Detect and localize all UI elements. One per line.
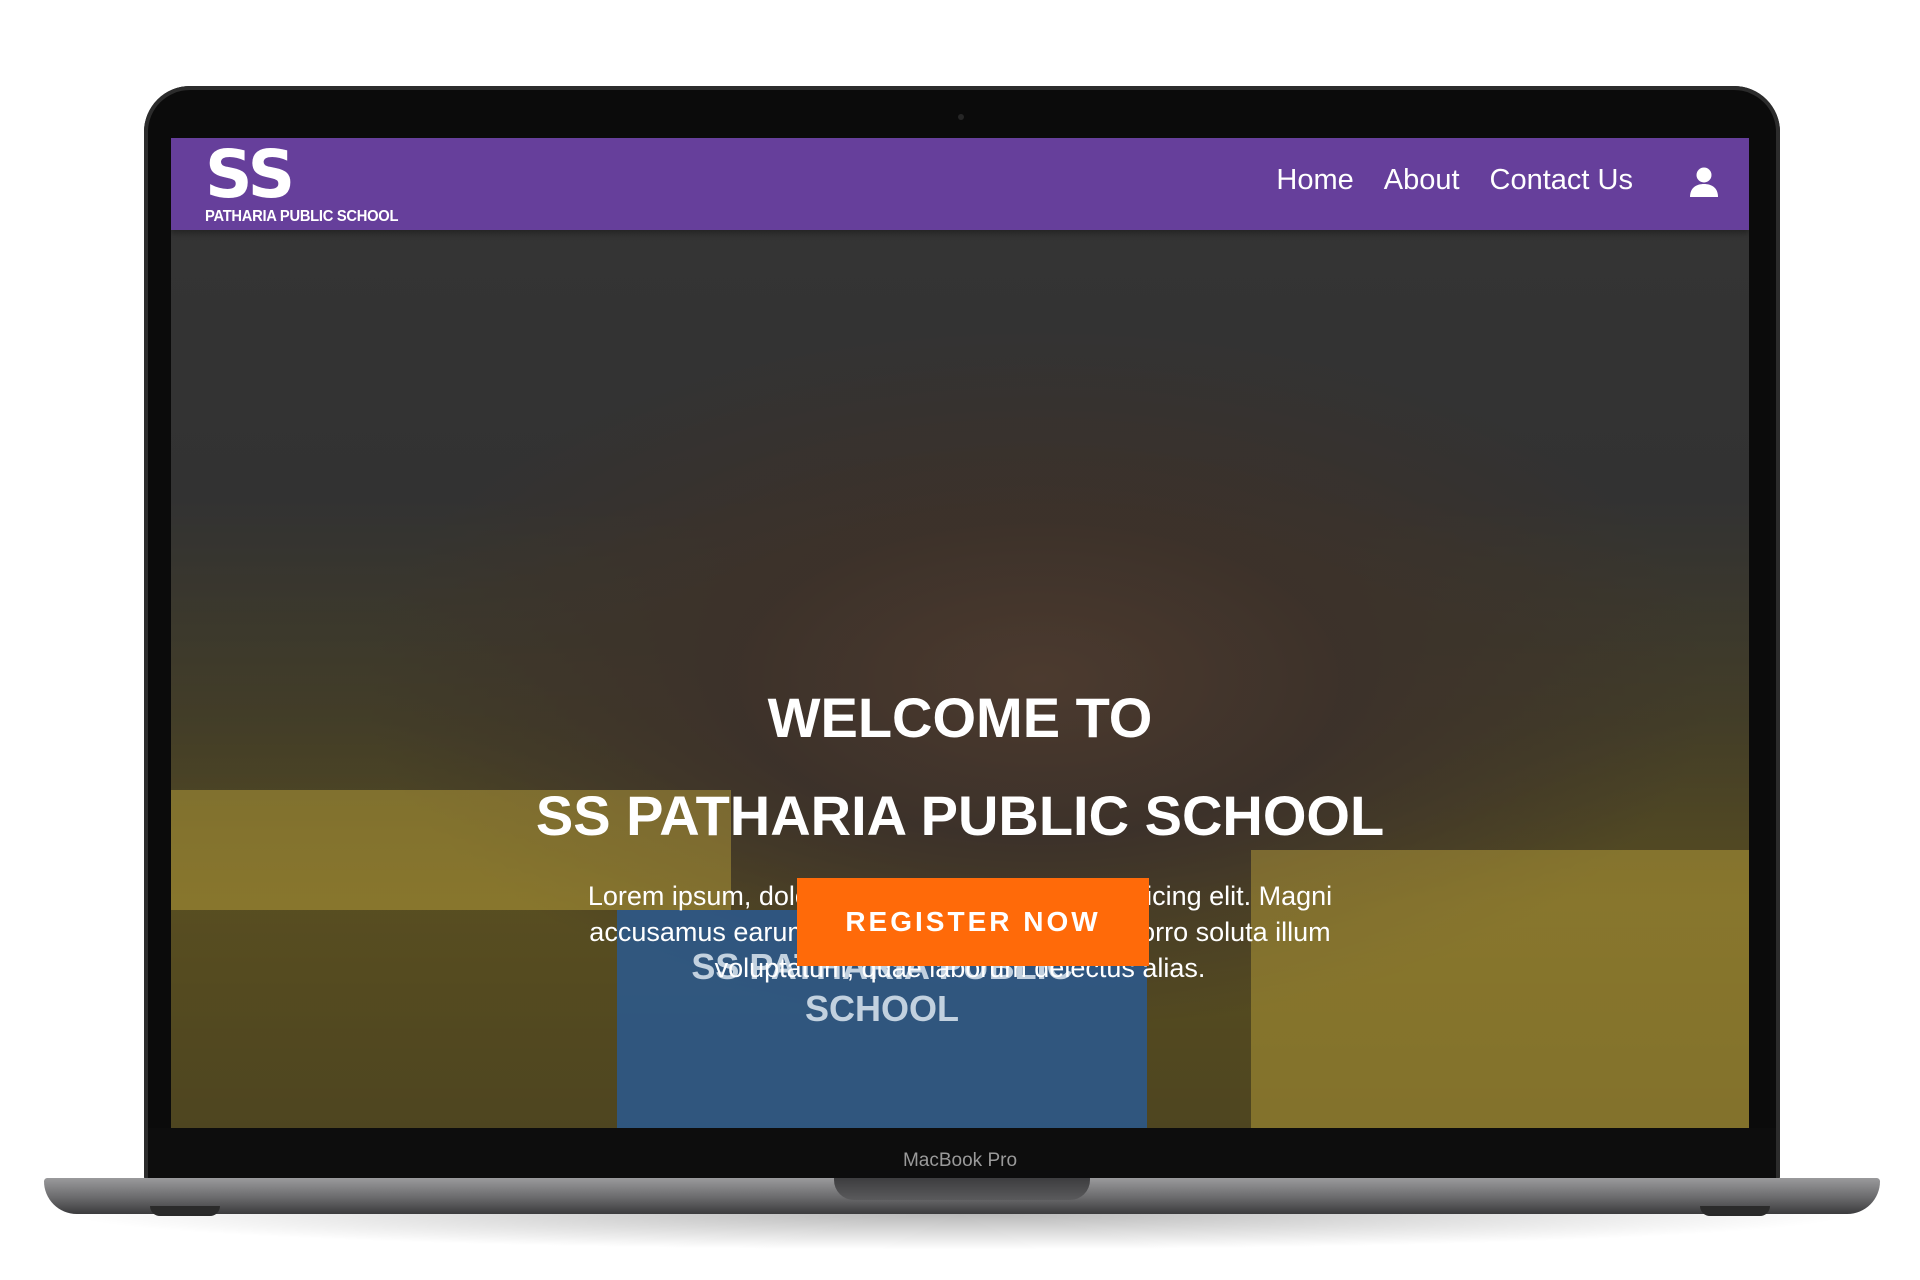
logo-text: PATHARIA PUBLIC SCHOOL: [205, 208, 399, 225]
register-now-button[interactable]: REGISTER NOW: [797, 878, 1149, 966]
laptop-base-notch: [834, 1178, 1090, 1200]
nav-contact-link[interactable]: Contact Us: [1490, 164, 1633, 197]
laptop-shadow: [60, 1214, 1860, 1250]
navbar: SS PATHARIA PUBLIC SCHOOL Home About Con…: [171, 138, 1749, 230]
school-logo[interactable]: SS PATHARIA PUBLIC SCHOOL: [205, 142, 415, 226]
device-label: MacBook Pro: [902, 1150, 1018, 1171]
nav-about-link[interactable]: About: [1384, 164, 1460, 197]
nav-home-link[interactable]: Home: [1276, 164, 1353, 197]
user-icon[interactable]: [1689, 166, 1719, 198]
camera-icon: [958, 114, 964, 120]
nav-links: Home About Contact Us: [1276, 164, 1633, 197]
logo-mark: SS: [205, 138, 295, 213]
hero-cta-layer: REGISTER NOW: [171, 230, 1749, 1128]
